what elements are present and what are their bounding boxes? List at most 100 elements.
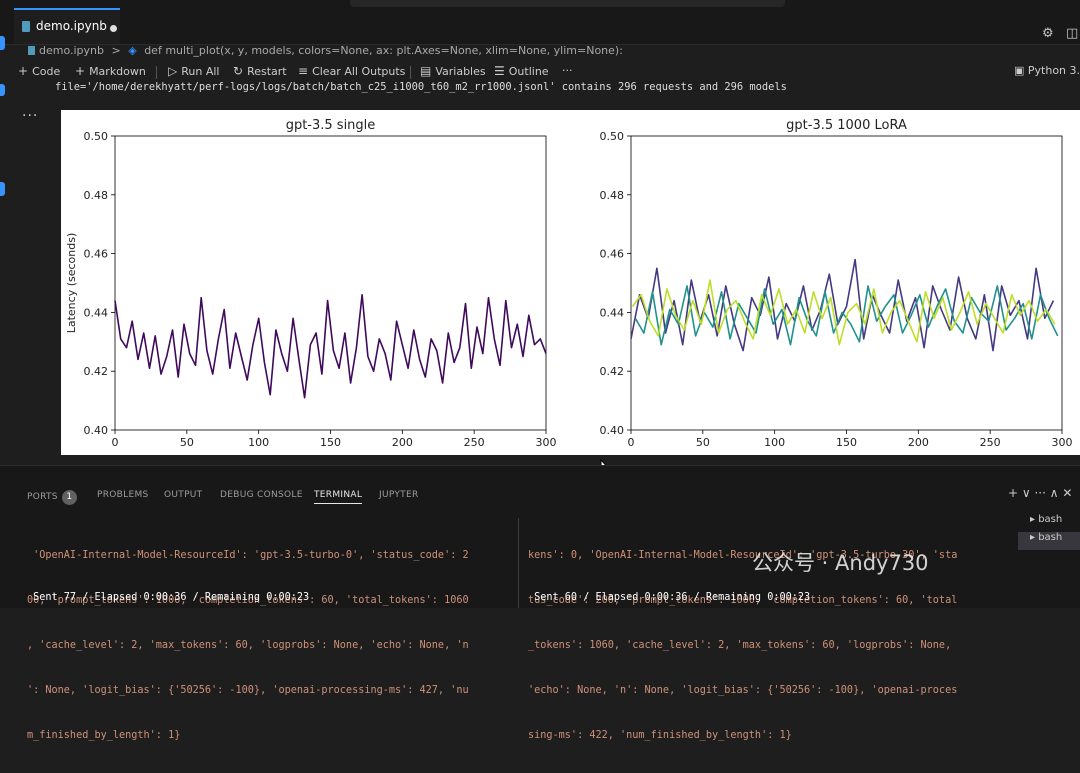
outline-button[interactable]: ☰ Outline	[494, 64, 549, 78]
variables-icon: ▤	[420, 64, 432, 78]
y-axis-label: Latency (seconds)	[65, 233, 78, 334]
kernel-picker[interactable]: ▣ Python 3.1	[1014, 64, 1080, 77]
tab-label: demo.ipynb	[36, 19, 107, 33]
tab-output[interactable]: OUTPUT	[164, 490, 202, 500]
y-tick-label: 0.42	[600, 365, 625, 378]
code-label: Code	[32, 65, 61, 78]
tab-ports[interactable]: PORTS 1	[27, 490, 77, 505]
x-tick-label: 150	[320, 436, 341, 449]
x-tick-label: 0	[112, 436, 119, 449]
tab-demo-ipynb[interactable]: demo.ipynb	[14, 8, 120, 44]
plot-frame	[114, 135, 547, 431]
x-tick-label: 300	[1052, 436, 1073, 449]
tab-terminal[interactable]: TERMINAL	[314, 490, 363, 504]
x-tick-label: 250	[464, 436, 485, 449]
terminal-status-right: Sent 60 / Elapsed 0:00:36 / Remaining 0:…	[528, 592, 811, 603]
breadcrumb-file[interactable]: demo.ipynb	[39, 44, 104, 57]
x-tick-label: 50	[180, 436, 194, 449]
terminal-name: bash	[1038, 514, 1063, 525]
terminal-list: ▸ bash ▸ bash	[1018, 514, 1080, 550]
notebook-file-icon	[28, 46, 35, 55]
terminal-line: _tokens': 1060, 'cache_level': 2, 'max_t…	[528, 640, 952, 651]
y-tick-label: 0.48	[84, 189, 109, 202]
y-tick-label: 0.46	[600, 248, 625, 261]
terminal-instance[interactable]: ▸ bash	[1018, 514, 1080, 532]
plus-icon: +	[18, 64, 29, 78]
tab-problems[interactable]: PROBLEMS	[97, 490, 149, 500]
outline-icon: ☰	[494, 64, 505, 78]
chart-title: gpt-3.5 1000 LoRA	[786, 118, 907, 133]
y-tick-label: 0.40	[600, 424, 625, 437]
x-tick-label: 150	[836, 436, 857, 449]
editor-tab-bar: demo.ipynb ⚙ ◫	[0, 8, 1080, 45]
terminal-split-divider[interactable]	[518, 518, 519, 608]
breadcrumb-separator: >	[111, 44, 121, 57]
run-all-label: Run All	[181, 65, 220, 78]
plot-output-image: gpt-3.5 single Latency (seconds) 0.40 0.42 0…	[61, 110, 1080, 455]
chart-title: gpt-3.5 single	[286, 118, 376, 133]
terminal-icon: ▸	[1030, 532, 1039, 543]
notebook-file-icon	[22, 21, 30, 32]
terminal-line: 'OpenAI-Internal-Model-ResourceId': 'gpt…	[27, 550, 469, 561]
tab-jupyter[interactable]: JUPYTER	[379, 490, 419, 500]
terminal-left[interactable]: 'OpenAI-Internal-Model-ResourceId': 'gpt…	[27, 518, 515, 773]
run-all-button[interactable]: ▷ Run All	[168, 64, 219, 78]
breadcrumb-symbol[interactable]: def multi_plot(x, y, models, colors=None…	[144, 44, 623, 57]
method-cube-icon: ◈	[128, 44, 137, 57]
gear-icon[interactable]: ⚙	[1042, 26, 1054, 41]
y-tick-label: 0.44	[600, 306, 625, 319]
y-tick-label: 0.46	[84, 248, 109, 261]
tab-ports-label: PORTS	[27, 492, 58, 502]
y-tick-label: 0.42	[84, 365, 109, 378]
add-markdown-cell-button[interactable]: + Markdown	[75, 64, 146, 78]
terminal-name: bash	[1038, 532, 1063, 543]
line-charts: gpt-3.5 single Latency (seconds) 0.40 0.42 0…	[65, 118, 1073, 449]
x-tick-label: 200	[392, 436, 413, 449]
restart-button[interactable]: ↻ Restart	[233, 64, 287, 78]
x-tick-label: 100	[248, 436, 269, 449]
activity-indicator	[0, 182, 5, 196]
terminal-line: m_finished_by_length': 1}	[27, 730, 181, 741]
activity-indicator	[0, 36, 5, 50]
y-tick-label: 0.48	[600, 189, 625, 202]
add-code-cell-button[interactable]: + Code	[18, 64, 60, 78]
y-tick-label: 0.40	[84, 424, 109, 437]
clear-all-icon: ≡	[298, 64, 309, 78]
markdown-label: Markdown	[89, 65, 146, 78]
x-tick-label: 250	[980, 436, 1001, 449]
terminal-line: sing-ms': 422, 'num_finished_by_length':…	[528, 730, 792, 741]
split-editor-icon[interactable]: ◫	[1066, 26, 1078, 41]
ports-count-badge: 1	[61, 490, 77, 505]
x-tick-label: 50	[696, 436, 710, 449]
plot-frame	[630, 135, 1063, 431]
command-center[interactable]	[350, 0, 785, 7]
clear-all-outputs-button[interactable]: ≡ Clear All Outputs	[298, 64, 405, 78]
terminal-line: ': None, 'logit_bias': {'50256': -100}, …	[27, 685, 469, 696]
x-tick-label: 100	[764, 436, 785, 449]
unsaved-dot-icon[interactable]	[110, 25, 117, 32]
restart-icon: ↻	[233, 64, 244, 78]
toolbar-divider	[410, 66, 411, 79]
more-actions-button[interactable]: ···	[562, 64, 573, 77]
run-all-icon: ▷	[168, 64, 178, 78]
terminal-status-left: Sent 77 / Elapsed 0:00:36 / Remaining 0:…	[27, 592, 310, 603]
series-line	[114, 294, 547, 399]
y-tick-label: 0.44	[84, 306, 109, 319]
y-tick-label: 0.50	[600, 130, 625, 143]
restart-label: Restart	[247, 65, 287, 78]
watermark: 公众号 · Andy730	[752, 551, 929, 575]
panel-actions[interactable]: + ∨ ··· ∧ ✕	[1008, 486, 1072, 500]
tab-debug-console[interactable]: DEBUG CONSOLE	[220, 490, 303, 500]
terminal-icon: ▸	[1030, 514, 1039, 525]
title-bar	[0, 0, 1080, 8]
variables-label: Variables	[435, 65, 486, 78]
output-more-icon[interactable]: ···	[22, 108, 38, 124]
plus-icon: +	[75, 64, 86, 78]
clear-all-label: Clear All Outputs	[312, 65, 406, 78]
terminal-instance[interactable]: ▸ bash	[1018, 532, 1080, 550]
bottom-panel: PORTS 1 PROBLEMS OUTPUT DEBUG CONSOLE TER…	[0, 465, 1080, 741]
x-tick-label: 200	[908, 436, 929, 449]
terminal-line: 'echo': None, 'n': None, 'logit_bias': {…	[528, 685, 958, 696]
cell-output-text: file='/home/derekhyatt/perf-logs/logs/ba…	[55, 81, 787, 93]
variables-button[interactable]: ▤ Variables	[420, 64, 486, 78]
